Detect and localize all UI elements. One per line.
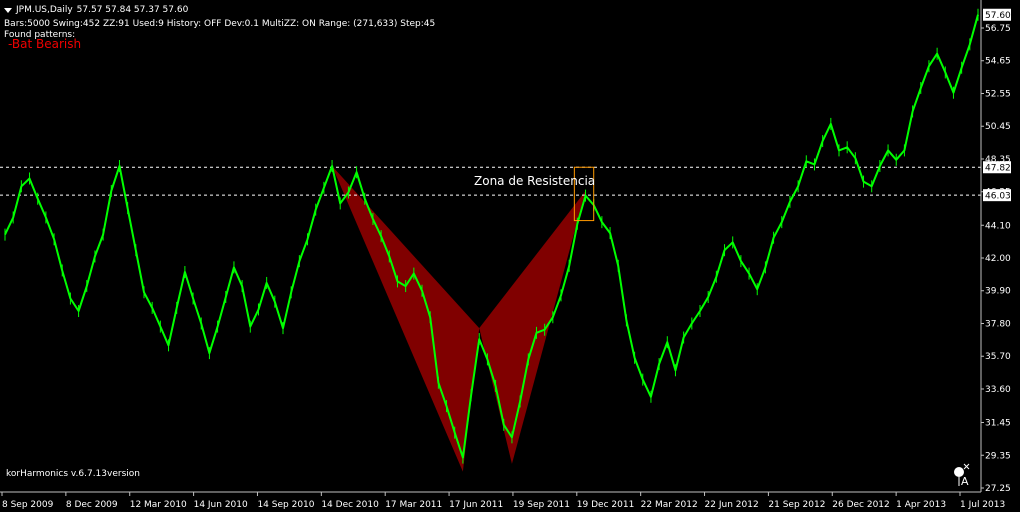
symbol-header[interactable]: JPM.US,Daily 57.57 57.84 57.37 57.60 bbox=[4, 5, 188, 15]
x-tick-label: 22 Mar 2012 bbox=[641, 500, 698, 510]
x-tick-label: 12 Mar 2010 bbox=[130, 500, 187, 510]
x-tick-label: 1 Apr 2013 bbox=[896, 500, 946, 510]
symbol-label: JPM.US,Daily bbox=[16, 5, 73, 15]
x-tick-label: 8 Dec 2009 bbox=[66, 500, 118, 510]
version-label: korHarmonics v.6.7.13version bbox=[6, 469, 140, 479]
level-price-badge: 46.03 bbox=[985, 192, 1011, 202]
y-tick-label: 50.45 bbox=[985, 122, 1011, 132]
svg-text:A: A bbox=[961, 475, 969, 488]
indicator-info: Bars:5000 Swing:452 ZZ:91 Used:9 History… bbox=[4, 19, 436, 29]
x-tick-label: 17 Mar 2011 bbox=[385, 500, 442, 510]
x-tick-label: 14 Jun 2010 bbox=[194, 500, 248, 510]
price-chart: 8 Sep 2009 8 Dec 2009 12 Mar 2010 14 Jun 20… bbox=[0, 0, 1020, 512]
x-tick-label: 19 Dec 2011 bbox=[577, 500, 635, 510]
y-tick-label: 35.70 bbox=[985, 352, 1011, 362]
level-price-badge: 47.82 bbox=[985, 164, 1011, 174]
y-tick-label: 54.65 bbox=[985, 57, 1011, 67]
ohlc-values: 57.57 57.84 57.37 57.60 bbox=[76, 5, 189, 15]
x-tick-label: 21 Sep 2012 bbox=[768, 500, 825, 510]
y-tick-label: 56.75 bbox=[985, 24, 1011, 34]
zone-label: Zona de Resistencia bbox=[474, 174, 595, 188]
x-tick-label: 26 Dec 2012 bbox=[832, 500, 890, 510]
y-tick-label: 44.10 bbox=[985, 221, 1011, 231]
x-tick-label: 8 Sep 2009 bbox=[2, 500, 54, 510]
x-tick-label: 14 Sep 2010 bbox=[257, 500, 314, 510]
y-tick-label: 33.60 bbox=[985, 385, 1011, 395]
y-tick-label: 37.80 bbox=[985, 319, 1011, 329]
trade-arrow-icon: A bbox=[954, 463, 970, 488]
x-tick-label: 17 Jun 2011 bbox=[449, 500, 503, 510]
y-tick-label: 29.35 bbox=[985, 451, 1011, 461]
last-price-badge: 57.60 bbox=[985, 11, 1011, 21]
y-tick-label: 42.00 bbox=[985, 254, 1011, 264]
y-axis-ticks: 56.7554.6552.5550.4548.3546.2544.1042.00… bbox=[981, 24, 1011, 494]
y-tick-label: 27.25 bbox=[985, 484, 1011, 494]
pattern-name: -Bat Bearish bbox=[8, 37, 82, 51]
y-tick-label: 31.45 bbox=[985, 419, 1011, 429]
x-tick-label: 19 Sep 2011 bbox=[513, 500, 570, 510]
x-tick-label: 1 Jul 2013 bbox=[960, 500, 1005, 510]
chevron-down-icon[interactable] bbox=[4, 7, 12, 13]
y-tick-label: 52.55 bbox=[985, 89, 1011, 99]
x-tick-label: 14 Dec 2010 bbox=[321, 500, 379, 510]
x-tick-label: 22 Jun 2012 bbox=[705, 500, 759, 510]
y-tick-label: 39.90 bbox=[985, 287, 1011, 297]
